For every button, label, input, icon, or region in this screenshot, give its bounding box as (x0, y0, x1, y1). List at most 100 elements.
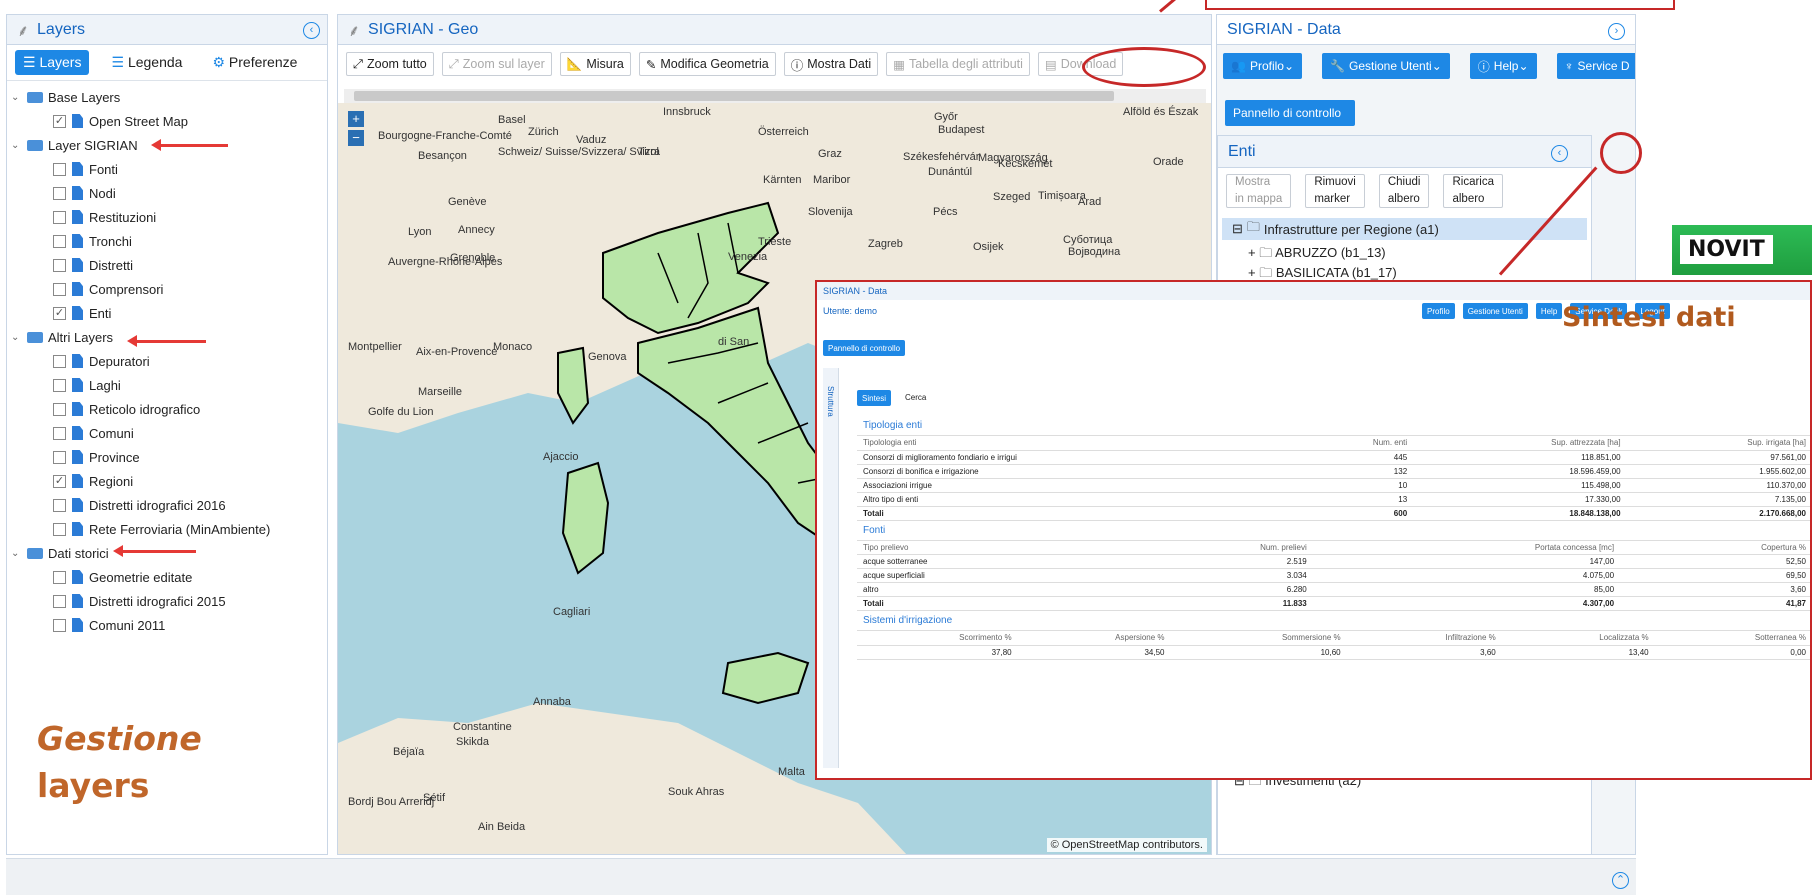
zoom-in-button[interactable]: + (348, 111, 364, 127)
layer-label: Depuratori (89, 353, 150, 369)
geo-toolbar: ⤢ Zoom tutto ⤢ Zoom sul layer 📐 Misura ✎ Modifi… (338, 45, 1211, 83)
map-scrollbar[interactable] (344, 89, 1206, 103)
overlay-pannello-button[interactable]: Pannello di controllo (823, 340, 906, 356)
layer-item[interactable]: Rete Ferroviaria (MinAmbiente) (11, 517, 323, 541)
layer-checkbox[interactable] (53, 594, 66, 608)
map-label: Székesfehérvár (903, 151, 980, 163)
layer-group-3[interactable]: ⌄ Dati storici (11, 541, 323, 565)
table-row: Associazioni irrigue 10 115.498,00 110.370,… (857, 478, 1810, 493)
bottom-expand-button[interactable]: ⌃ (1612, 872, 1629, 889)
table-row: acque sotterranee 2.519 147,00 52,50 (857, 554, 1810, 569)
layer-item[interactable]: Fonti (11, 157, 323, 181)
pannello-di-controllo-button[interactable]: Pannello di controllo (1225, 100, 1355, 126)
layer-group-2[interactable]: ⌄ Altri Layers (11, 325, 323, 349)
layer-label: Fonti (89, 161, 118, 177)
attribution-link[interactable]: © OpenStreetMap contributors. (1051, 839, 1203, 851)
expand-toggle-icon[interactable]: ⌄ (11, 92, 23, 103)
tool-misura[interactable]: 📐 Misura (559, 52, 631, 76)
help-menu[interactable]: ⓘ Help ⌄ (1469, 53, 1537, 79)
layer-checkbox[interactable]: ✓ (53, 114, 66, 128)
map-label: Skikda (456, 736, 490, 748)
layer-item[interactable]: Restituzioni (11, 205, 323, 229)
layer-group-0[interactable]: ⌄ Base Layers (11, 85, 323, 109)
layer-checkbox[interactable] (53, 378, 66, 392)
layer-checkbox[interactable] (53, 282, 66, 296)
layer-checkbox[interactable] (53, 522, 66, 536)
layer-item[interactable]: Distretti idrografici 2015 (11, 589, 323, 613)
profilo-menu[interactable]: 👥 Profilo ⌄ (1223, 53, 1303, 79)
tool-modifica-geometria[interactable]: ✎ Modifica Geometria (638, 52, 776, 76)
layer-item[interactable]: Comuni 2011 (11, 613, 323, 637)
layer-tree: ⌄ Base Layers ✓ Open Street Map ⌄ Layer SIGRI… (7, 81, 327, 641)
layer-item[interactable]: Distretti idrografici 2016 (11, 493, 323, 517)
enti-tool-2[interactable]: Chiudi albero (1378, 174, 1430, 208)
layer-icon (72, 306, 83, 320)
expand-toggle-icon[interactable]: ⌄ (11, 140, 23, 151)
layer-item[interactable]: Depuratori (11, 349, 323, 373)
enti-tool-1[interactable]: Rimuovi marker (1305, 174, 1365, 208)
layer-checkbox[interactable] (53, 162, 66, 176)
tool-zoom-sul-layer[interactable]: ⤢ Zoom sul layer (441, 52, 552, 76)
layer-item[interactable]: Nodi (11, 181, 323, 205)
gestione-utenti-menu[interactable]: 🔧 Gestione Utenti ⌄ (1322, 53, 1450, 79)
layer-checkbox[interactable] (53, 618, 66, 632)
layer-item[interactable]: Laghi (11, 373, 323, 397)
layer-icon (72, 234, 83, 248)
tool-tabella-degli-attributi[interactable]: ▦ Tabella degli attributi (886, 52, 1030, 76)
layer-icon (72, 618, 83, 632)
expand-toggle-icon[interactable]: ⌄ (11, 332, 23, 343)
layer-item[interactable]: ✓ Enti (11, 301, 323, 325)
layer-checkbox[interactable] (53, 570, 66, 584)
map-label: Graz (818, 148, 842, 160)
zoom-out-button[interactable]: − (348, 130, 364, 146)
tree-child-row[interactable]: + 🗀 ABRUZZO (b1_13) (1218, 244, 1591, 264)
tool-icon: ⤢ (353, 56, 364, 71)
enti-tool-0[interactable]: Mostra in mappa (1226, 174, 1292, 208)
enti-collapse-button[interactable]: ‹ (1551, 145, 1568, 162)
tool-mostra-dati[interactable]: ⓘ Mostra Dati (783, 52, 879, 76)
layer-item[interactable]: Tronchi (11, 229, 323, 253)
collapse-left-button[interactable]: ‹ (303, 22, 320, 39)
map-label: Béjaïa (393, 746, 425, 758)
struttura-sidebar[interactable]: Struttura (823, 368, 839, 768)
overlay-menu-item[interactable]: Help (1535, 303, 1563, 319)
tool-zoom-tutto[interactable]: ⤢ Zoom tutto (346, 52, 434, 76)
layer-checkbox[interactable]: ✓ (53, 306, 66, 320)
layer-checkbox[interactable] (53, 354, 66, 368)
expand-toggle-icon[interactable]: ⌄ (11, 548, 23, 559)
tab-preferenze[interactable]: ⚙ Preferenze (204, 50, 305, 75)
layer-item[interactable]: ✓ Open Street Map (11, 109, 323, 133)
layer-checkbox[interactable] (53, 498, 66, 512)
tab-layers[interactable]: ☰ Layers (15, 50, 90, 75)
map-label: Marseille (418, 386, 462, 398)
layer-checkbox[interactable] (53, 258, 66, 272)
layer-checkbox[interactable] (53, 402, 66, 416)
layer-item[interactable]: Reticolo idrografico (11, 397, 323, 421)
map-label: Slovenija (808, 206, 854, 218)
layer-item[interactable]: Comprensori (11, 277, 323, 301)
layer-group-label: Altri Layers (48, 329, 114, 345)
tab-legenda[interactable]: ☰ Legenda (103, 50, 190, 75)
layer-checkbox[interactable] (53, 210, 66, 224)
collapse-right-button[interactable]: › (1608, 23, 1625, 40)
layer-checkbox[interactable]: ✓ (53, 474, 66, 488)
layer-item[interactable]: Distretti (11, 253, 323, 277)
enti-tool-3[interactable]: Ricarica albero (1443, 174, 1504, 208)
folder-icon (27, 331, 43, 343)
service-desk-menu[interactable]: ♆ Service D (1556, 53, 1635, 79)
layer-icon (72, 114, 83, 128)
enti-highlight-circle (1600, 132, 1642, 174)
overlay-menu-item[interactable]: Gestione Utenti (1462, 303, 1528, 319)
layer-checkbox[interactable] (53, 186, 66, 200)
layer-checkbox[interactable] (53, 450, 66, 464)
map-label: Innsbruck (663, 106, 711, 118)
layer-checkbox[interactable] (53, 426, 66, 440)
layer-item[interactable]: Province (11, 445, 323, 469)
tab-cerca[interactable]: Cerca (901, 390, 930, 406)
layer-item[interactable]: Geometrie editate (11, 565, 323, 589)
overlay-menu-item[interactable]: Profilo (1422, 303, 1455, 319)
layer-item[interactable]: Comuni (11, 421, 323, 445)
layer-item[interactable]: ✓ Regioni (11, 469, 323, 493)
layer-checkbox[interactable] (53, 234, 66, 248)
tab-sintesi[interactable]: Sintesi (857, 390, 892, 406)
